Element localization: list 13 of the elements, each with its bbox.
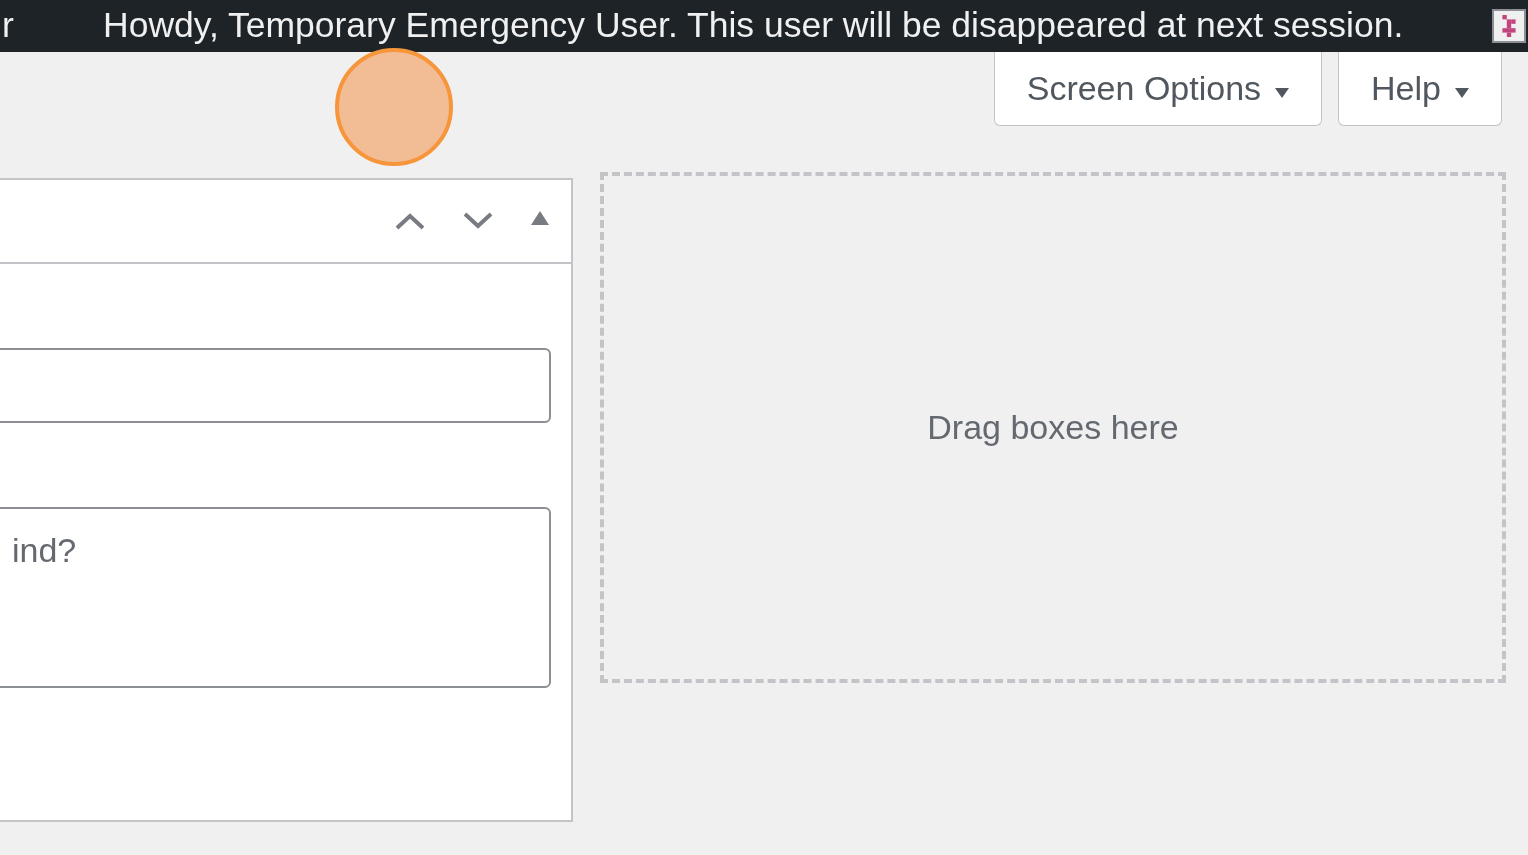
title-field[interactable] <box>0 348 551 423</box>
drop-zone-text: Drag boxes here <box>927 407 1179 448</box>
caret-icon <box>1455 88 1469 98</box>
screen-meta-button[interactable]: Help <box>1338 51 1502 126</box>
admin-bar-text: r <box>2 4 15 48</box>
content-field[interactable]: ind? <box>0 507 551 688</box>
triangle-up-icon <box>531 211 549 225</box>
greeting-text: Howdy, Temporary Emergency User. This user will be disappeared at next session. <box>103 4 1404 48</box>
chevron-up-icon <box>395 212 425 230</box>
caret-icon <box>1275 88 1290 98</box>
chevron-down-icon <box>463 212 493 230</box>
avatar-icon[interactable] <box>1492 9 1526 43</box>
screen-meta-button[interactable]: Screen Options <box>993 51 1323 126</box>
